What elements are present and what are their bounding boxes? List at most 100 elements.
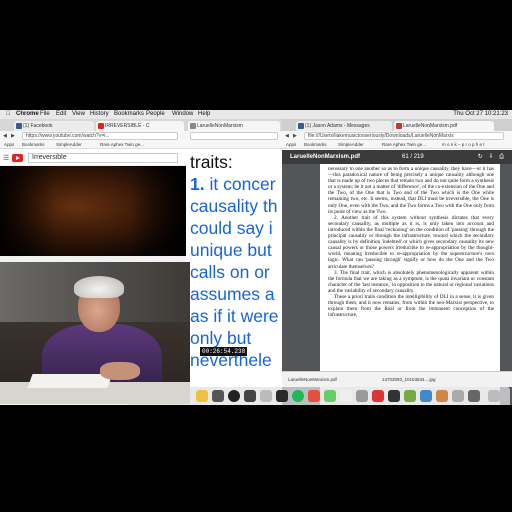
tab-label: (1) Jason Adams - Messages — [305, 123, 370, 129]
menu-help[interactable]: Help — [198, 110, 210, 119]
forward-icon[interactable]: ▶ — [293, 131, 297, 141]
trash-icon[interactable] — [488, 390, 500, 402]
slide-line: assumes a — [190, 284, 275, 304]
menu-view[interactable]: View — [72, 110, 85, 119]
tab-strip: (1) Facebook IRREVERSIBLE - C — [0, 119, 186, 131]
app-icon[interactable] — [452, 390, 464, 402]
menu-clock[interactable]: Thu Oct 27 10:21:23 — [453, 110, 508, 119]
bookmark-bookmarks[interactable]: Bookmarks — [22, 141, 45, 149]
page-total: 219 — [413, 154, 424, 160]
page-indicator: 61 / 219 — [402, 154, 424, 160]
webcam-overlay — [0, 262, 190, 404]
app-icon[interactable] — [340, 390, 352, 402]
app-icon[interactable] — [260, 390, 272, 402]
bookmark-simpleadder[interactable]: SimpleAdder — [56, 141, 82, 149]
hamburger-menu-icon[interactable]: ☰ — [3, 154, 9, 162]
app-icon[interactable] — [276, 390, 288, 402]
tab-pdf[interactable]: LaruelleNonMarxism.pdf — [394, 121, 494, 131]
menu-edit[interactable]: Edit — [56, 110, 66, 119]
tab-label: (1) Facebook — [23, 123, 53, 129]
bookmark-bookmarks[interactable]: Bookmarks — [304, 141, 327, 149]
slide-line: causality th — [190, 196, 278, 216]
bookmark-apps[interactable]: Apps — [4, 141, 14, 149]
bookmarks-bar: Apps Bookmarks SimpleAdder Rare Aphex Tw… — [282, 141, 512, 149]
app-icon[interactable] — [420, 390, 432, 402]
back-icon[interactable]: ◀ — [285, 131, 289, 141]
spotify-icon[interactable] — [292, 390, 304, 402]
address-bar: ◀ ▶ https://www.youtube.com/watch?v=i... — [0, 131, 186, 141]
pdf-browser-window: (1) Jason Adams - Messages LaruelleNonMa… — [282, 119, 512, 405]
webcam-person-hair — [74, 276, 124, 298]
download-icon[interactable]: ⇩ — [488, 154, 495, 160]
app-icon[interactable] — [308, 390, 320, 402]
app-icon[interactable] — [324, 390, 336, 402]
pdf-paragraph: 3. The final trait, which is absolutely … — [328, 269, 494, 294]
app-icon[interactable] — [404, 390, 416, 402]
video-frame — [0, 166, 186, 256]
app-icon[interactable] — [372, 390, 384, 402]
pdf-paragraph: These a priori traits condition the inte… — [328, 293, 494, 319]
menu-people[interactable]: People — [146, 110, 165, 119]
slide-line: could say i — [190, 218, 273, 238]
tab-laruelle[interactable]: LaruelleNonMarxism — [188, 121, 280, 131]
downloads-bar: LaruelleNonMarxism.pdf 14703093_10153834… — [282, 371, 512, 387]
tab-label: LaruelleNonMarxism.pdf — [403, 123, 458, 129]
pdf-viewport[interactable]: necessary to one another so as to form a… — [282, 164, 512, 405]
url-field[interactable]: file:///Users/liakemusictooseriously/Dow… — [304, 132, 504, 140]
app-menu[interactable]: Chrome — [16, 110, 39, 119]
slide-heading: traits: — [190, 152, 233, 172]
slide-line: 1. it concer — [190, 173, 282, 195]
app-icon[interactable] — [388, 390, 400, 402]
pdf-filename: LaruelleNonMarxism.pdf — [290, 154, 361, 160]
document-icon — [190, 123, 196, 129]
menu-history[interactable]: History — [90, 110, 109, 119]
tab-strip: LaruelleNonMarxism — [186, 119, 282, 131]
app-icon[interactable] — [436, 390, 448, 402]
print-icon[interactable]: ⎙ — [499, 154, 506, 160]
search-input[interactable]: Irreversible — [28, 153, 178, 163]
pdf-tools: ↻ ⇩ ⎙ — [478, 150, 506, 164]
bookmarks-bar: Apps Bookmarks SimpleAdder Rare Aphex Tw… — [0, 141, 186, 149]
app-icon[interactable] — [356, 390, 368, 402]
pdf-paragraph: 2. Another trait of this system without … — [328, 214, 494, 270]
notes-icon[interactable] — [196, 390, 208, 402]
app-icon[interactable] — [468, 390, 480, 402]
tab-messages[interactable]: (1) Jason Adams - Messages — [296, 121, 392, 131]
tab-irreversible[interactable]: IRREVERSIBLE - C — [96, 121, 184, 131]
bookmark-aphex[interactable]: Rare Aphex Twin ge... — [382, 141, 426, 149]
menu-bookmarks[interactable]: Bookmarks — [114, 110, 144, 119]
tab-label: LaruelleNonMarxism — [197, 123, 243, 129]
back-icon[interactable]: ◀ — [3, 131, 7, 141]
url-field[interactable] — [190, 132, 278, 140]
bookmark-monk-prophet[interactable]: m o n k – p r o p h e t — [442, 141, 485, 149]
bookmark-aphex[interactable]: Rare Aphex Twin ge... — [100, 141, 144, 149]
menu-window[interactable]: Window — [172, 110, 193, 119]
youtube-logo-icon[interactable] — [12, 154, 23, 162]
menu-file[interactable]: File — [40, 110, 50, 119]
tab-facebook[interactable]: (1) Facebook — [14, 121, 94, 131]
slide-browser-window: LaruelleNonMarxism traits: 1. it concer … — [186, 119, 282, 405]
download-item-jpg[interactable]: 14703093_10153834....jpg — [382, 372, 436, 388]
video-vignette — [0, 166, 186, 256]
bookmark-simpleadder[interactable]: SimpleAdder — [338, 141, 364, 149]
youtube-icon — [98, 123, 104, 129]
tab-label: IRREVERSIBLE - C — [105, 123, 150, 129]
app-icon[interactable] — [212, 390, 224, 402]
rotate-icon[interactable]: ↻ — [478, 154, 485, 160]
video-timecode: 00:26:54.238 — [200, 347, 248, 356]
tab-strip: (1) Jason Adams - Messages LaruelleNonMa… — [282, 119, 512, 131]
download-item-pdf[interactable]: LaruelleNonMarxism.pdf — [288, 372, 337, 388]
bookmark-apps[interactable]: Apps — [286, 141, 296, 149]
facebook-icon — [16, 123, 22, 129]
slide-line: calls on or — [190, 262, 270, 282]
forward-icon[interactable]: ▶ — [11, 131, 15, 141]
webcam-paper — [27, 374, 113, 388]
app-icon[interactable] — [244, 390, 256, 402]
page-current[interactable]: 61 — [402, 154, 409, 160]
url-field[interactable]: https://www.youtube.com/watch?v=i... — [22, 132, 178, 140]
app-icon[interactable] — [228, 390, 240, 402]
pdf-toolbar: LaruelleNonMarxism.pdf 61 / 219 ↻ ⇩ ⎙ — [282, 150, 512, 164]
webcam-hand — [100, 362, 140, 380]
messenger-icon — [298, 123, 304, 129]
apple-menu-icon[interactable]:  — [6, 110, 11, 119]
